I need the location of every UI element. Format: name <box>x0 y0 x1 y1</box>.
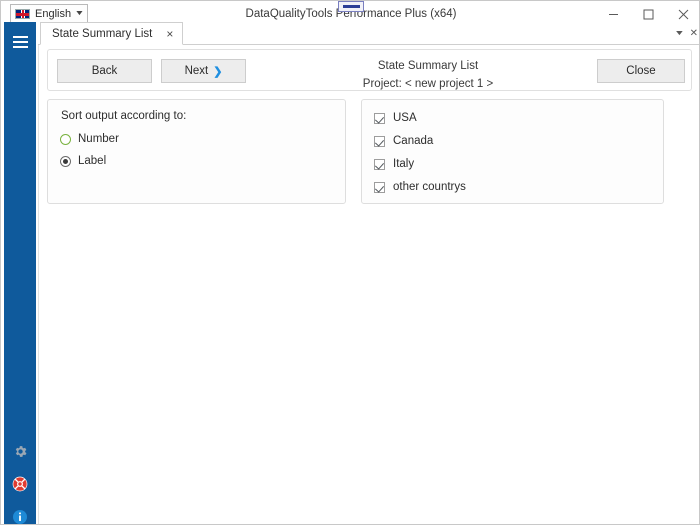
sidebar-item-help[interactable] <box>4 472 36 496</box>
radio-option-number[interactable]: Number <box>60 133 119 145</box>
radio-option-label-label: Label <box>78 155 106 167</box>
chevron-down-icon: ▼ <box>74 10 84 17</box>
radio-option-number-label: Number <box>78 133 119 145</box>
chevron-right-icon: ❯ <box>213 65 222 78</box>
checkbox-label-usa: USA <box>393 112 417 124</box>
radio-icon <box>60 134 71 145</box>
next-button-label: Next <box>185 65 209 77</box>
checkbox-checked-icon <box>374 136 385 147</box>
wizard-heading: State Summary List Project: < new projec… <box>278 55 578 92</box>
checkbox-row-other-countrys[interactable]: other countrys <box>374 181 466 193</box>
tab-close-icon[interactable]: × <box>166 28 173 40</box>
checkbox-label-italy: Italy <box>393 158 414 170</box>
close-button[interactable]: Close <box>597 59 685 83</box>
checkbox-checked-icon <box>374 113 385 124</box>
radio-selected-icon <box>60 156 71 167</box>
checkbox-label-canada: Canada <box>393 135 433 147</box>
sidebar-body <box>4 22 36 525</box>
uk-flag-icon <box>15 9 30 19</box>
back-button[interactable]: Back <box>57 59 152 83</box>
sidebar <box>1 22 38 525</box>
countries-panel: USA Canada Italy other countrys <box>361 99 664 204</box>
project-label: Project: < new project 1 > <box>278 76 578 92</box>
content-area: Back Next ❯ State Summary List Project: … <box>38 45 700 525</box>
language-selector[interactable]: English ▼ <box>10 4 88 23</box>
sidebar-item-about[interactable] <box>4 505 36 525</box>
app-window: English ▼ DataQualityTools Performance P… <box>0 0 700 525</box>
tab-close-all-icon[interactable]: ✕ <box>690 28 698 39</box>
info-icon <box>12 509 28 525</box>
checkbox-checked-icon <box>374 159 385 170</box>
tab-bar: State Summary List × ▼ ✕ <box>38 22 700 45</box>
page-title: State Summary List <box>278 58 578 74</box>
sidebar-item-settings[interactable] <box>4 439 36 463</box>
close-button-label: Close <box>626 65 655 77</box>
gear-icon <box>13 444 28 459</box>
tab-overflow-chevron-down-icon[interactable]: ▼ <box>674 30 685 37</box>
checkbox-row-usa[interactable]: USA <box>374 112 417 124</box>
language-label: English <box>35 8 74 20</box>
checkbox-checked-icon <box>374 182 385 193</box>
checkbox-label-other-countrys: other countrys <box>393 181 466 193</box>
radio-option-label[interactable]: Label <box>60 155 106 167</box>
next-button[interactable]: Next ❯ <box>161 59 246 83</box>
checkbox-row-italy[interactable]: Italy <box>374 158 414 170</box>
hamburger-menu-icon[interactable] <box>4 28 36 56</box>
checkbox-row-canada[interactable]: Canada <box>374 135 433 147</box>
dock-handle-widget[interactable] <box>338 1 364 12</box>
lifebuoy-icon <box>12 476 28 492</box>
sort-output-title: Sort output according to: <box>61 110 186 122</box>
tab-label: State Summary List <box>52 28 152 40</box>
wizard-toolbar: Back Next ❯ State Summary List Project: … <box>47 49 692 91</box>
back-button-label: Back <box>92 65 118 77</box>
tab-state-summary-list[interactable]: State Summary List × <box>40 22 183 45</box>
sort-output-panel: Sort output according to: Number Label <box>47 99 346 204</box>
tab-bar-controls: ▼ ✕ <box>676 22 698 45</box>
